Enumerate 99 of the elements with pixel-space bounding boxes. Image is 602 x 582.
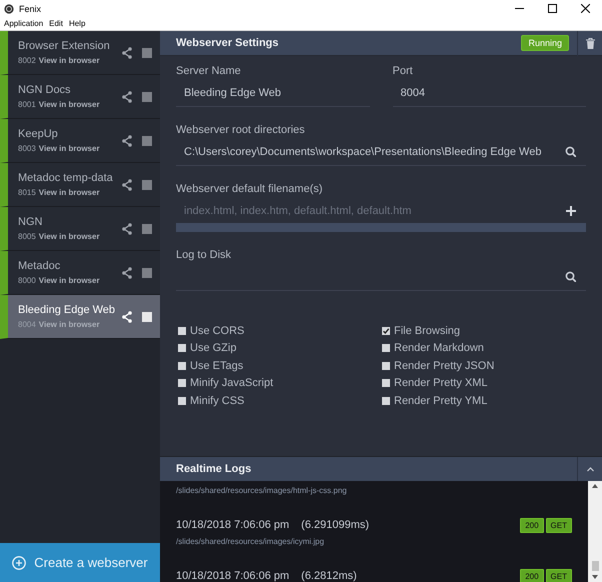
share-icon[interactable] — [122, 266, 132, 278]
log-path: /slides/shared/resources/images/html-js-css.png — [176, 486, 348, 495]
server-port: 8005 — [18, 232, 36, 241]
plus-circle-icon — [12, 556, 26, 570]
server-item[interactable]: Metadoc 8000 View in browser — [0, 251, 160, 295]
server-item[interactable]: NGN 8005 View in browser — [0, 207, 160, 251]
checkbox[interactable] — [382, 396, 390, 405]
server-name: Bleeding Edge Web — [18, 304, 116, 316]
status-badge: Running — [521, 35, 569, 51]
close-icon[interactable] — [581, 4, 590, 13]
field-label: Webserver root directories — [176, 124, 306, 136]
maximize-icon[interactable] — [548, 4, 557, 13]
server-item[interactable]: Metadoc temp-data 8015 View in browser — [0, 163, 160, 207]
server-item[interactable]: KeepUp 8003 View in browser — [0, 119, 160, 163]
app-logo-icon — [4, 4, 14, 14]
checkbox[interactable] — [178, 344, 186, 352]
collapse-icon[interactable] — [586, 466, 594, 472]
input-field[interactable]: 8004 — [400, 86, 576, 98]
menu-item[interactable]: Edit — [49, 19, 63, 28]
toggle-square[interactable] — [142, 48, 152, 58]
toggle-square[interactable] — [142, 312, 152, 322]
server-port: 8000 — [18, 276, 36, 285]
checkbox[interactable] — [178, 379, 186, 388]
share-icon[interactable] — [122, 90, 132, 102]
method-badge: GET — [546, 568, 572, 582]
toggle-square[interactable] — [142, 180, 152, 190]
server-name: NGN — [18, 216, 44, 228]
option-label: Render Markdown — [394, 342, 484, 354]
field-label: Log to Disk — [176, 249, 232, 261]
input-field[interactable]: index.html, index.htm, default.html, default.htm — [184, 204, 566, 216]
server-item[interactable]: NGN Docs 8001 View in browser — [0, 75, 160, 119]
scroll-down-icon[interactable] — [592, 575, 598, 579]
server-port: 8004 — [18, 320, 36, 329]
checkbox[interactable] — [178, 362, 186, 370]
share-icon[interactable] — [122, 222, 132, 234]
view-in-browser-link[interactable]: View in browser — [38, 56, 100, 65]
checkbox[interactable] — [382, 362, 390, 370]
option-label: Use CORS — [190, 324, 244, 337]
trash-icon[interactable] — [586, 38, 594, 48]
window-title: Fenix — [19, 4, 42, 14]
method-badge: GET — [546, 518, 572, 532]
server-name: KeepUp — [18, 128, 59, 140]
log-time: 10/18/2018 7:06:06 pm — [176, 519, 290, 531]
status-code-badge: 200 — [520, 568, 544, 582]
panel-title: Webserver Settings — [175, 37, 280, 49]
server-item[interactable]: Bleeding Edge Web 8004 View in browser — [0, 295, 160, 339]
server-port: 8015 — [18, 188, 36, 197]
option-label: Render Pretty YML — [394, 394, 488, 407]
checkbox[interactable] — [178, 326, 186, 335]
checkbox[interactable] — [382, 326, 390, 335]
share-icon[interactable] — [122, 134, 132, 146]
log-duration: (6.2812ms) — [301, 570, 358, 582]
option-label: Use GZip — [190, 342, 236, 354]
share-icon[interactable] — [122, 178, 132, 190]
panel-title: Realtime Logs — [175, 463, 252, 475]
search-icon[interactable] — [565, 271, 576, 282]
option-label: Minify JavaScript — [190, 377, 274, 390]
input-field[interactable]: C:\Users\corey\Documents\workspace\Presentations\Bleeding Edge Web — [184, 146, 565, 158]
view-in-browser-link[interactable]: View in browser — [38, 144, 100, 153]
field-label: Port — [392, 65, 414, 77]
status-code-badge: 200 — [520, 518, 544, 532]
toggle-square[interactable] — [142, 268, 152, 278]
field-label: Webserver default filename(s) — [176, 183, 324, 195]
view-in-browser-link[interactable]: View in browser — [38, 100, 100, 109]
option-label: Render Pretty XML — [394, 377, 488, 390]
view-in-browser-link[interactable]: View in browser — [38, 188, 100, 197]
toggle-square[interactable] — [142, 224, 152, 234]
server-port: 8002 — [18, 56, 36, 65]
share-icon[interactable] — [122, 46, 132, 58]
server-port: 8003 — [18, 144, 36, 153]
checkbox[interactable] — [178, 396, 186, 405]
server-item[interactable]: Browser Extension 8002 View in browser — [0, 31, 160, 75]
option-label: File Browsing — [394, 324, 460, 337]
input-field[interactable]: Bleeding Edge Web — [184, 86, 360, 98]
menu-item[interactable]: Help — [68, 19, 86, 28]
toggle-square[interactable] — [142, 136, 152, 146]
menu-item[interactable]: Application — [4, 19, 44, 28]
option-label: Use ETags — [190, 360, 244, 372]
server-port: 8001 — [18, 100, 36, 109]
field-label: Server Name — [176, 65, 242, 77]
checkbox[interactable] — [382, 379, 390, 388]
server-name: Metadoc temp-data — [18, 172, 114, 184]
log-time: 10/18/2018 7:06:06 pm — [176, 570, 290, 582]
search-icon[interactable] — [565, 146, 576, 157]
log-path: /slides/shared/resources/images/icymi.jpg — [176, 537, 326, 546]
log-duration: (6.291099ms) — [301, 519, 370, 531]
view-in-browser-link[interactable]: View in browser — [38, 276, 100, 285]
server-name: Browser Extension — [18, 40, 111, 52]
toggle-square[interactable] — [142, 92, 152, 102]
view-in-browser-link[interactable]: View in browser — [38, 232, 100, 241]
option-label: Minify CSS — [190, 394, 244, 407]
server-name: NGN Docs — [18, 84, 72, 96]
scrollbar[interactable] — [588, 481, 602, 582]
scroll-thumb[interactable] — [592, 561, 598, 571]
server-name: Metadoc — [18, 260, 62, 272]
checkbox[interactable] — [382, 344, 390, 352]
plus-icon[interactable] — [566, 206, 576, 216]
scroll-up-icon[interactable] — [592, 484, 598, 488]
option-label: Render Pretty JSON — [394, 360, 494, 372]
